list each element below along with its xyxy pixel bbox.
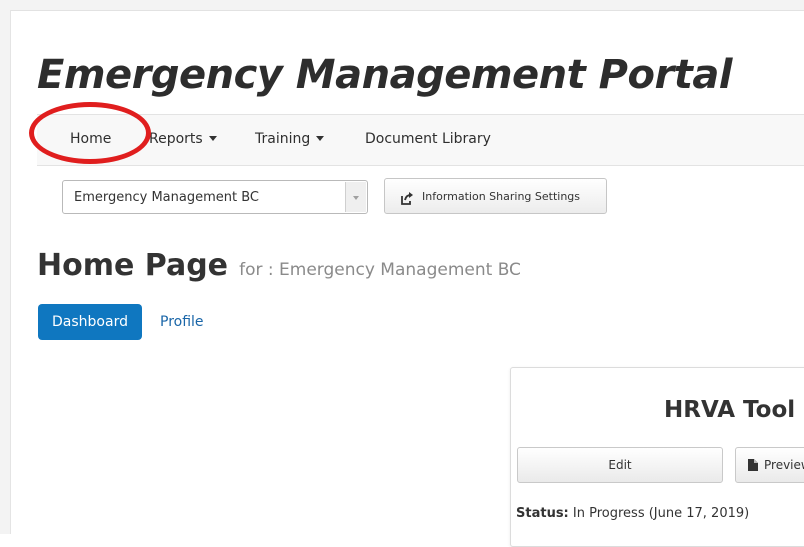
nav-reports[interactable]: Reports — [149, 131, 217, 147]
portal-title: Emergency Management Portal — [37, 52, 733, 98]
share-arrow-icon — [400, 190, 414, 209]
caret-down-icon — [208, 136, 217, 141]
nav-document-library-label: Document Library — [365, 131, 491, 147]
document-icon — [748, 459, 758, 474]
status-label: Status: — [516, 506, 569, 521]
nav-training-label: Training — [255, 131, 311, 147]
preview-button[interactable]: Preview — [735, 447, 804, 483]
status-value: In Progress (June 17, 2019) — [572, 506, 750, 521]
home-highlight-circle — [29, 102, 151, 164]
information-sharing-settings-button[interactable]: Information Sharing Settings — [384, 178, 607, 214]
dropdown-arrow-icon[interactable] — [345, 182, 366, 212]
edit-button[interactable]: Edit — [517, 447, 723, 483]
organization-select[interactable]: Emergency Management BC — [62, 180, 368, 214]
left-window-band — [0, 10, 11, 534]
nav-training[interactable]: Training — [255, 131, 325, 147]
tab-dashboard[interactable]: Dashboard — [38, 304, 142, 340]
page-heading: Home Page for : Emergency Management BC — [37, 248, 521, 283]
main-navbar: Home Reports Training Document Library — [37, 114, 804, 166]
hrva-tool-title: HRVA Tool — [664, 397, 796, 423]
preview-label: Preview — [764, 458, 804, 472]
organization-select-value: Emergency Management BC — [74, 190, 259, 205]
status-line: Status: In Progress (June 17, 2019) — [516, 506, 749, 521]
page-title: Home Page — [37, 248, 229, 283]
tab-profile[interactable]: Profile — [160, 314, 204, 330]
top-window-band — [0, 0, 804, 11]
nav-reports-label: Reports — [149, 131, 203, 147]
page-subtitle: for : Emergency Management BC — [239, 260, 521, 280]
nav-document-library[interactable]: Document Library — [365, 131, 491, 147]
caret-down-icon — [316, 136, 325, 141]
information-sharing-settings-label: Information Sharing Settings — [422, 190, 581, 203]
